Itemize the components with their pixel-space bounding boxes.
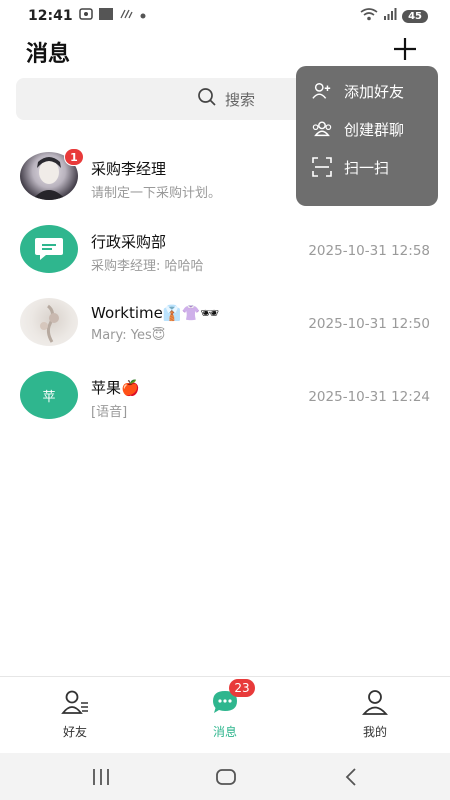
friends-icon [61,690,88,714]
conversation-name: Worktime👔👚🕶 [91,304,220,322]
avatar: 苹 [20,371,78,419]
back-button[interactable] [336,765,366,789]
add-menu-button[interactable] [390,34,420,64]
status-bar: 12:41 45 [0,0,450,32]
tab-label: 我的 [362,725,387,739]
search-placeholder: 搜索 [224,90,255,109]
notification-status-icon [98,8,113,24]
avatar: 1 [20,148,84,200]
avatar [20,298,78,346]
conversation-row[interactable]: 苹 苹果🍎 [语音] 2025-10-31 12:24 [0,359,450,432]
conversation-preview: Mary: Yes😇 [91,328,166,343]
system-nav-bar [0,753,450,800]
group-icon [312,119,332,139]
conversation-preview: 采购李经理: 哈哈哈 [91,259,204,274]
conversation-time: 2025-10-31 12:24 [308,389,430,405]
conversation-time: 2025-10-31 12:50 [308,316,430,332]
search-icon [197,87,217,111]
conversation-preview: 请制定一下采购计划。 [91,186,222,201]
avatar-text: 苹 [42,389,56,405]
tab-label: 好友 [62,725,87,739]
scan-icon [312,157,332,177]
profile-icon [362,690,388,715]
avatar [20,225,78,273]
add-friend-icon [312,81,332,101]
conversation-row[interactable]: Worktime👔👚🕶 Mary: Yes😇 2025-10-31 12:50 [0,286,450,359]
recents-button[interactable] [86,765,116,789]
conversation-name: 苹果🍎 [91,379,140,397]
screenshot-status-icon [78,8,93,24]
add-popup-menu: 添加好友 创建群聊 扫一扫 [296,66,438,206]
dot-status-icon [139,8,147,24]
home-icon [216,769,236,785]
tab-messages[interactable]: 23 消息 [175,679,275,740]
message-count-badge: 23 [229,679,255,697]
group-chat-icon [35,238,63,260]
plus-icon [394,38,416,60]
unread-badge: 1 [64,148,84,166]
tab-profile[interactable]: 我的 [325,687,425,740]
data-status-icon [119,8,133,24]
battery-indicator: 45 [402,9,428,23]
conversation-preview: [语音] [91,405,128,420]
conversation-time: 2025-10-31 12:58 [308,243,430,259]
page-title: 消息 [26,42,71,67]
back-icon [345,768,356,786]
menu-item-scan[interactable]: 扫一扫 [296,148,438,186]
menu-item-label: 扫一扫 [344,158,390,177]
bottom-tab-bar: 好友 23 消息 我的 [0,676,450,753]
conversation-name: 行政采购部 [91,233,167,251]
conversation-row[interactable]: 行政采购部 采购李经理: 哈哈哈 2025-10-31 12:58 [0,213,450,286]
tab-label: 消息 [212,725,237,739]
menu-item-label: 添加好友 [344,82,405,101]
status-time: 12:41 [28,8,73,24]
menu-item-label: 创建群聊 [344,120,405,139]
wifi-icon [360,7,378,25]
menu-item-add-friend[interactable]: 添加好友 [296,72,438,110]
signal-icon [383,8,397,24]
tab-friends[interactable]: 好友 [25,687,125,740]
home-button[interactable] [211,765,241,789]
conversation-name: 采购李经理 [91,160,167,178]
menu-item-create-group[interactable]: 创建群聊 [296,110,438,148]
recents-icon [93,769,109,785]
